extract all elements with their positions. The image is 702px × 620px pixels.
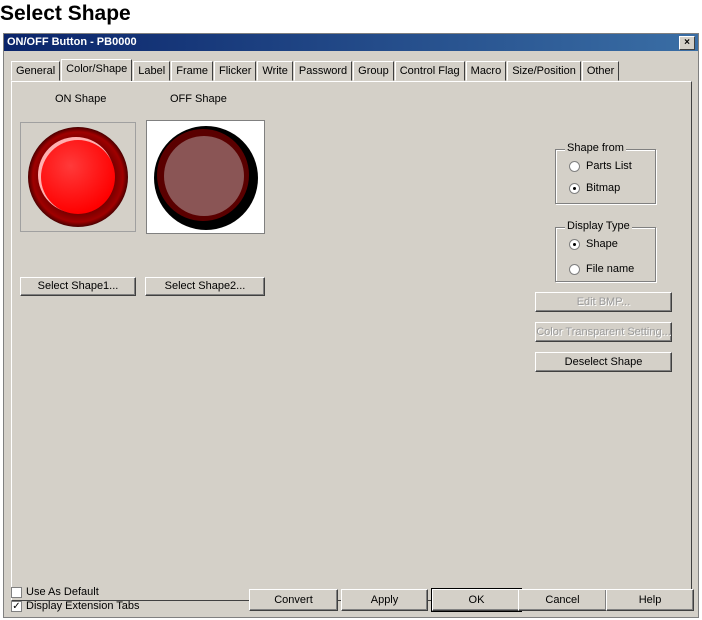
radio-shape-circle[interactable] — [569, 238, 580, 250]
display-extension-tabs-checkbox[interactable]: ✓ — [11, 600, 22, 612]
tab-write[interactable]: Write — [257, 61, 293, 81]
tab-frame[interactable]: Frame — [171, 61, 213, 81]
radio-shape-label: Shape — [586, 238, 618, 250]
display-type-title: Display Type — [565, 220, 632, 232]
tab-other[interactable]: Other — [581, 61, 620, 81]
tab-control-flag[interactable]: Control Flag — [394, 61, 465, 81]
help-button[interactable]: Help — [606, 589, 694, 611]
tab-group[interactable]: Group — [353, 61, 394, 81]
edit-bmp-button[interactable]: Edit BMP... — [535, 292, 672, 312]
on-shape-image — [28, 127, 128, 227]
radio-parts-list[interactable]: Parts List — [569, 160, 632, 172]
on-shape-label: ON Shape — [55, 93, 107, 105]
display-extension-tabs-option[interactable]: ✓ Display Extension Tabs — [11, 600, 140, 612]
off-shape-image — [154, 126, 258, 230]
color-transparent-setting-button[interactable]: Color Transparent Setting... — [535, 322, 672, 342]
deselect-shape-button[interactable]: Deselect Shape — [535, 352, 672, 372]
use-as-default-option[interactable]: Use As Default — [11, 586, 99, 598]
radio-file-name-circle[interactable] — [569, 263, 580, 275]
radio-bitmap[interactable]: Bitmap — [569, 182, 620, 194]
select-shape1-button[interactable]: Select Shape1... — [20, 277, 136, 296]
page-heading: Select Shape — [0, 2, 131, 25]
title-bar: ON/OFF Button - PB0000 × — [4, 34, 698, 51]
radio-bitmap-label: Bitmap — [586, 182, 621, 194]
convert-button[interactable]: Convert — [249, 589, 338, 611]
radio-bitmap-circle[interactable] — [569, 182, 580, 194]
tab-label[interactable]: Label — [133, 61, 171, 81]
use-as-default-checkbox[interactable] — [11, 586, 22, 598]
off-shape-preview[interactable] — [146, 120, 265, 234]
radio-file-name[interactable]: File name — [569, 263, 634, 275]
cancel-button[interactable]: Cancel — [518, 589, 607, 611]
window-title: ON/OFF Button - PB0000 — [7, 36, 137, 48]
shape-from-title: Shape from — [565, 142, 626, 154]
radio-shape[interactable]: Shape — [569, 238, 618, 250]
dialog-window: ON/OFF Button - PB0000 × General Color/S… — [3, 33, 699, 618]
radio-parts-list-circle[interactable] — [569, 160, 580, 172]
close-button[interactable]: × — [679, 36, 695, 50]
radio-file-name-label: File name — [586, 263, 635, 275]
tab-strip: General Color/Shape Label Frame Flicker … — [11, 59, 620, 81]
use-as-default-label: Use As Default — [26, 586, 99, 598]
tab-size-position[interactable]: Size/Position — [507, 61, 581, 81]
apply-button[interactable]: Apply — [341, 589, 428, 611]
radio-parts-list-label: Parts List — [586, 160, 632, 172]
shape-from-group — [555, 149, 656, 204]
select-shape2-button[interactable]: Select Shape2... — [145, 277, 265, 296]
tab-flicker[interactable]: Flicker — [214, 61, 257, 81]
off-shape-label: OFF Shape — [170, 93, 227, 105]
display-extension-tabs-label: Display Extension Tabs — [26, 600, 140, 612]
tab-color-shape[interactable]: Color/Shape — [61, 59, 133, 81]
tab-general[interactable]: General — [11, 61, 61, 81]
tab-panel: ON Shape OFF Shape Select Shape1... Sele… — [11, 81, 692, 601]
ok-button[interactable]: OK — [431, 588, 522, 612]
on-shape-preview[interactable] — [20, 122, 136, 232]
tab-macro[interactable]: Macro — [465, 61, 507, 81]
tab-password[interactable]: Password — [293, 61, 353, 81]
